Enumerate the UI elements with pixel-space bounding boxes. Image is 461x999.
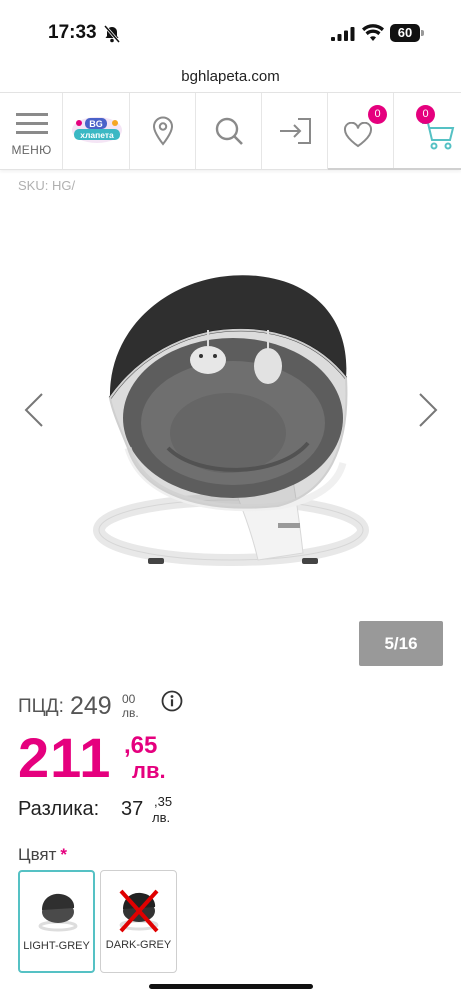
price-integer: 211 [18, 726, 112, 789]
difference-decimal: ,35 [154, 794, 173, 809]
rrp-currency: лв. [122, 706, 139, 720]
product-image [93, 275, 369, 566]
menu-label: МЕНЮ [11, 143, 52, 157]
search-button[interactable] [196, 93, 262, 169]
search-icon [215, 117, 243, 145]
swatch-thumbnail [38, 893, 78, 932]
cart-count-badge: 0 [416, 105, 435, 124]
gallery-prev-arrow-icon[interactable] [24, 392, 44, 428]
color-swatch-light-grey[interactable]: LIGHT-GREY [18, 870, 95, 973]
location-pin-icon [152, 116, 173, 146]
required-marker: * [60, 845, 68, 864]
site-header: МЕНЮ BG хлапета 0 0 [0, 92, 461, 170]
bell-slash-icon [103, 25, 121, 43]
store-location-button[interactable] [130, 93, 196, 169]
hamburger-menu-icon [16, 113, 48, 134]
home-indicator [149, 984, 313, 989]
info-icon[interactable] [161, 690, 183, 712]
login-icon [279, 118, 311, 144]
difference-integer: 37 [121, 798, 144, 820]
price-currency: лв. [132, 758, 166, 783]
difference-currency: лв. [152, 810, 171, 825]
price-decimal: ,65 [124, 732, 158, 759]
cellular-signal-icon [331, 27, 355, 41]
url-bar[interactable]: bghlapeta.com [0, 62, 461, 92]
color-swatch-dark-grey[interactable]: DARK-GREY [100, 870, 177, 973]
header-underline [328, 168, 461, 170]
difference-label: Разлика: [18, 798, 100, 820]
login-button[interactable] [262, 93, 328, 169]
unavailable-x-icon [119, 889, 159, 933]
rrp-integer: 249 [70, 692, 112, 720]
product-sku: SKU: HG/ [18, 178, 76, 193]
menu-button[interactable]: МЕНЮ [0, 93, 63, 169]
gallery-counter: 5/16 [359, 621, 443, 666]
color-label-text: Цвят [18, 845, 57, 864]
swatch-label: LIGHT-GREY [23, 940, 90, 952]
status-time: 17:33 [48, 22, 97, 43]
product-gallery[interactable] [0, 200, 461, 620]
gallery-next-arrow-icon[interactable] [418, 392, 438, 428]
swatch-label: DARK-GREY [105, 939, 172, 951]
svg-text:хлапета: хлапета [80, 130, 114, 140]
cart-icon [422, 122, 455, 150]
site-logo-link[interactable]: BG хлапета [63, 93, 130, 169]
heart-icon [343, 122, 373, 148]
status-bar: 17:33 60 [0, 0, 461, 62]
rrp-label: ПЦД: [18, 696, 64, 717]
battery-level: 60 [390, 24, 420, 42]
battery-icon: 60 [390, 24, 424, 42]
svg-text:BG: BG [89, 119, 103, 129]
wifi-icon [362, 24, 384, 41]
site-logo: BG хлапета [72, 117, 122, 143]
wishlist-count-badge: 0 [368, 105, 387, 124]
rrp-decimal: 00 [122, 692, 136, 706]
cart-button[interactable]: 0 [394, 93, 461, 169]
wishlist-button[interactable]: 0 [328, 93, 394, 169]
color-label: Цвят * [18, 845, 67, 865]
